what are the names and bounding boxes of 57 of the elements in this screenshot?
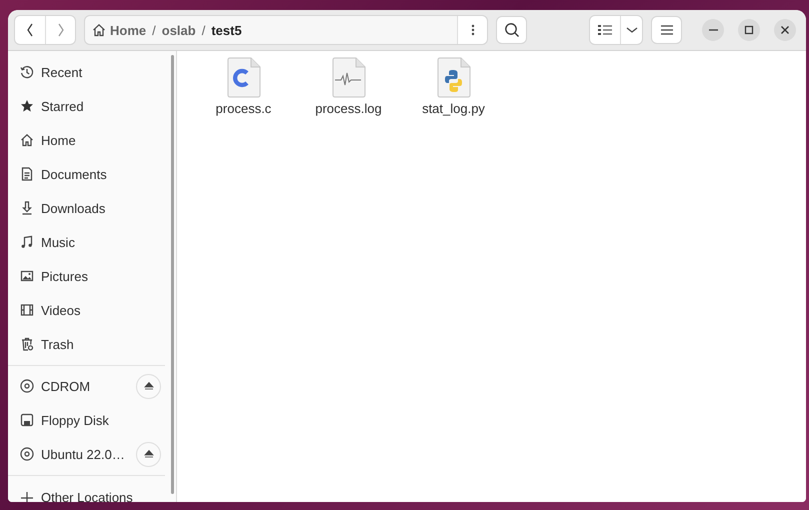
minimize-icon: [708, 29, 718, 31]
close-button[interactable]: [774, 19, 796, 41]
sidebar-item[interactable]: Pictures: [8, 259, 165, 293]
path-separator: /: [202, 22, 206, 38]
scrollbar[interactable]: [171, 55, 174, 494]
file-item[interactable]: process.log: [296, 57, 401, 116]
eject-icon: [144, 381, 154, 391]
path-crumb[interactable]: test5: [211, 18, 242, 42]
disc-icon: [20, 447, 34, 461]
file-item[interactable]: process.c: [191, 57, 296, 116]
eject-button[interactable]: [136, 374, 161, 398]
list-icon: [598, 24, 612, 36]
sidebar-item[interactable]: Trash: [8, 327, 165, 361]
clock-icon: [20, 65, 34, 79]
sidebar-item[interactable]: Ubuntu 22.0…: [8, 437, 165, 471]
path-crumb[interactable]: Home: [92, 18, 146, 42]
sidebar-item[interactable]: Floppy Disk: [8, 403, 165, 437]
chevron-down-icon: [626, 26, 638, 34]
download-icon: [20, 201, 34, 215]
home-icon: [20, 133, 34, 147]
file-name: stat_log.py: [422, 101, 485, 116]
file-name: process.log: [315, 101, 382, 116]
search-icon: [504, 22, 520, 38]
maximize-icon: [744, 25, 754, 35]
path-separator: /: [152, 22, 156, 38]
maximize-button[interactable]: [738, 19, 760, 41]
path-crumb[interactable]: oslab: [162, 18, 196, 42]
log-file-icon: [332, 57, 366, 98]
sidebar-item[interactable]: Music: [8, 225, 165, 259]
sidebar-item[interactable]: Recent: [8, 55, 165, 89]
more-icon: [470, 23, 474, 37]
sidebar-item[interactable]: Starred: [8, 89, 165, 123]
close-icon: [780, 25, 790, 35]
python-file-icon: [436, 57, 470, 98]
file-item[interactable]: stat_log.py: [401, 57, 506, 116]
star-icon: [20, 99, 34, 113]
sidebar-item[interactable]: Other Locations: [8, 479, 165, 502]
disc-icon: [20, 379, 34, 393]
sidebar-item[interactable]: Videos: [8, 293, 165, 327]
trash-icon: [20, 337, 34, 351]
eject-icon: [144, 449, 154, 459]
sidebar-item[interactable]: Home: [8, 123, 165, 157]
plus-icon: [20, 491, 34, 502]
sidebar-item[interactable]: Documents: [8, 157, 165, 191]
document-icon: [20, 167, 34, 181]
home-icon: [92, 23, 106, 37]
menu-icon: [660, 25, 672, 35]
main-menu-button[interactable]: [651, 16, 682, 44]
search-button[interactable]: [496, 16, 527, 44]
file-name: process.c: [216, 101, 272, 116]
picture-icon: [20, 269, 34, 283]
c-file-icon: [226, 57, 260, 98]
music-note-icon: [20, 235, 34, 249]
sidebar-item[interactable]: Downloads: [8, 191, 165, 225]
film-icon: [20, 303, 34, 317]
sidebar-item[interactable]: CDROM: [8, 369, 165, 403]
eject-button[interactable]: [136, 442, 161, 466]
